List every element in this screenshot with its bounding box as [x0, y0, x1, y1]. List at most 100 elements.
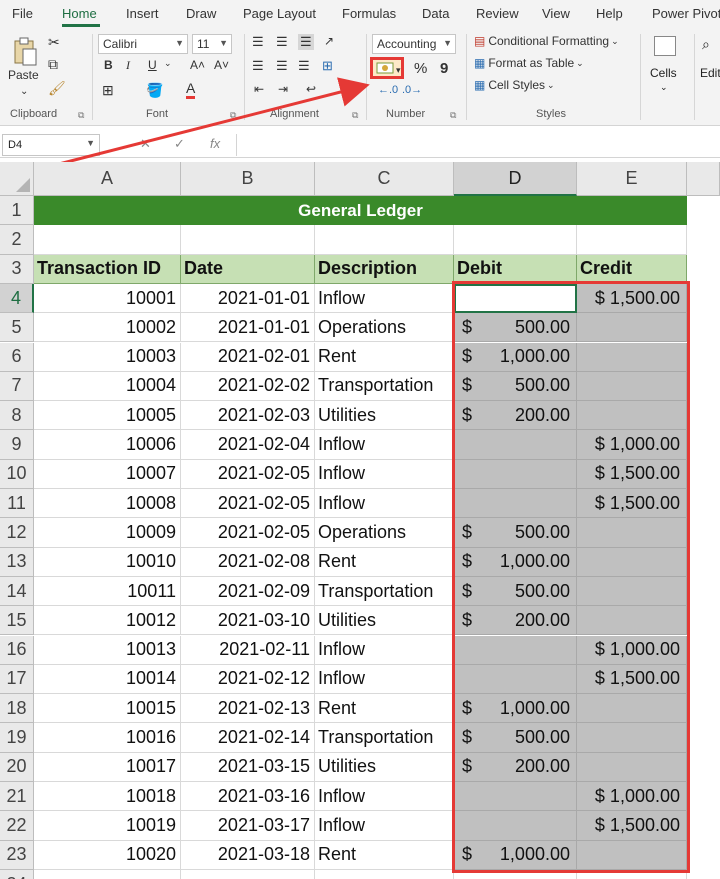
- cell-date[interactable]: 2021-01-01: [181, 313, 315, 343]
- cell-date[interactable]: 2021-02-13: [181, 694, 315, 724]
- cell-description[interactable]: Inflow: [315, 811, 454, 841]
- cell-transaction-id[interactable]: 10017: [34, 752, 181, 782]
- cell-credit[interactable]: [577, 606, 687, 636]
- cell-description[interactable]: Inflow: [315, 664, 454, 695]
- cell-date[interactable]: 2021-03-10: [181, 606, 315, 636]
- cell-credit[interactable]: [577, 401, 687, 431]
- column-header-f[interactable]: [687, 162, 720, 196]
- cell-credit[interactable]: $ 1,500.00: [577, 811, 687, 841]
- cell-date[interactable]: 2021-03-15: [181, 752, 315, 782]
- cell[interactable]: [34, 225, 181, 255]
- cell-debit[interactable]: [454, 664, 577, 695]
- cell-description[interactable]: Transportation: [315, 723, 454, 753]
- cell-credit[interactable]: [577, 371, 687, 402]
- cell-date[interactable]: 2021-02-03: [181, 401, 315, 431]
- cell[interactable]: [577, 869, 687, 879]
- cell-debit[interactable]: $500.00: [454, 518, 577, 548]
- row-header-7[interactable]: 7: [0, 371, 34, 402]
- cell[interactable]: [454, 869, 577, 879]
- cell-credit[interactable]: $ 1,500.00: [577, 459, 687, 489]
- row-header-10[interactable]: 10: [0, 459, 34, 489]
- row-header-11[interactable]: 11: [0, 489, 34, 519]
- cell[interactable]: [454, 225, 577, 255]
- cell[interactable]: [577, 225, 687, 255]
- cell-transaction-id[interactable]: 10011: [34, 576, 181, 607]
- cell-credit[interactable]: [577, 723, 687, 753]
- cell-transaction-id[interactable]: 10014: [34, 664, 181, 695]
- cell-transaction-id[interactable]: 10003: [34, 342, 181, 372]
- cell-credit[interactable]: [577, 752, 687, 782]
- cell-credit[interactable]: $ 1,500.00: [577, 489, 687, 519]
- cell-credit[interactable]: [577, 547, 687, 577]
- cell-transaction-id[interactable]: 10004: [34, 371, 181, 402]
- cell-description[interactable]: Rent: [315, 840, 454, 870]
- cell-credit[interactable]: $ 1,000.00: [577, 635, 687, 665]
- cell-date[interactable]: 2021-02-08: [181, 547, 315, 577]
- column-title-transaction-id[interactable]: Transaction ID: [34, 254, 181, 284]
- row-header-19[interactable]: 19: [0, 723, 34, 753]
- cell-description[interactable]: Utilities: [315, 401, 454, 431]
- row-header-1[interactable]: 1: [0, 196, 34, 226]
- row-header-14[interactable]: 14: [0, 576, 34, 607]
- cell-transaction-id[interactable]: 10009: [34, 518, 181, 548]
- cell-description[interactable]: Transportation: [315, 576, 454, 607]
- cell[interactable]: [315, 225, 454, 255]
- cell-description[interactable]: Inflow: [315, 459, 454, 489]
- cell[interactable]: [181, 869, 315, 879]
- cell-credit[interactable]: [577, 518, 687, 548]
- column-title-credit[interactable]: Credit: [577, 254, 687, 284]
- row-header-8[interactable]: 8: [0, 401, 34, 431]
- cell-description[interactable]: Inflow: [315, 430, 454, 460]
- cell-debit[interactable]: [454, 459, 577, 489]
- cell-debit[interactable]: $1,000.00: [454, 694, 577, 724]
- cell-debit[interactable]: $1,000.00: [454, 840, 577, 870]
- cell-credit[interactable]: [577, 576, 687, 607]
- cell-date[interactable]: 2021-02-04: [181, 430, 315, 460]
- cell-debit[interactable]: [454, 782, 577, 812]
- cell-transaction-id[interactable]: 10002: [34, 313, 181, 343]
- cell-credit[interactable]: [577, 313, 687, 343]
- cell-transaction-id[interactable]: 10020: [34, 840, 181, 870]
- column-title-debit[interactable]: Debit: [454, 254, 577, 284]
- column-header-b[interactable]: B: [181, 162, 315, 196]
- cell-debit[interactable]: [454, 489, 577, 519]
- cell-transaction-id[interactable]: 10008: [34, 489, 181, 519]
- row-header-22[interactable]: 22: [0, 811, 34, 841]
- cell-debit[interactable]: $500.00: [454, 371, 577, 402]
- cell-description[interactable]: Inflow: [315, 283, 454, 314]
- cell-date[interactable]: 2021-02-01: [181, 342, 315, 372]
- cell-credit[interactable]: $ 1,000.00: [577, 782, 687, 812]
- cell-credit[interactable]: [577, 840, 687, 870]
- select-all-button[interactable]: [0, 162, 34, 196]
- column-header-c[interactable]: C: [315, 162, 454, 196]
- cell-transaction-id[interactable]: 10012: [34, 606, 181, 636]
- cell-date[interactable]: 2021-02-12: [181, 664, 315, 695]
- cell-credit[interactable]: $ 1,500.00: [577, 664, 687, 695]
- cell-transaction-id[interactable]: 10016: [34, 723, 181, 753]
- cell-transaction-id[interactable]: 10005: [34, 401, 181, 431]
- cell-credit[interactable]: $ 1,500.00: [577, 283, 687, 314]
- cell-date[interactable]: 2021-02-09: [181, 576, 315, 607]
- cell-transaction-id[interactable]: 10010: [34, 547, 181, 577]
- cell-date[interactable]: 2021-02-05: [181, 489, 315, 519]
- cell-debit[interactable]: $1,000.00: [454, 547, 577, 577]
- row-header-3[interactable]: 3: [0, 254, 34, 284]
- cell-description[interactable]: Transportation: [315, 371, 454, 402]
- cell-transaction-id[interactable]: 10007: [34, 459, 181, 489]
- column-header-a[interactable]: A: [34, 162, 181, 196]
- cell-date[interactable]: 2021-02-11: [181, 635, 315, 665]
- cell-debit[interactable]: $200.00: [454, 752, 577, 782]
- cell-date[interactable]: 2021-02-05: [181, 518, 315, 548]
- ledger-title[interactable]: General Ledger: [34, 196, 687, 226]
- column-title-description[interactable]: Description: [315, 254, 454, 284]
- cell-description[interactable]: Inflow: [315, 489, 454, 519]
- row-header-24[interactable]: 24: [0, 869, 34, 879]
- row-header-13[interactable]: 13: [0, 547, 34, 577]
- cell-debit[interactable]: [454, 283, 577, 314]
- cell-description[interactable]: Rent: [315, 694, 454, 724]
- cell-debit[interactable]: [454, 811, 577, 841]
- cell-credit[interactable]: [577, 342, 687, 372]
- column-header-d[interactable]: D: [454, 162, 577, 196]
- cell-debit[interactable]: [454, 635, 577, 665]
- cell-description[interactable]: Operations: [315, 518, 454, 548]
